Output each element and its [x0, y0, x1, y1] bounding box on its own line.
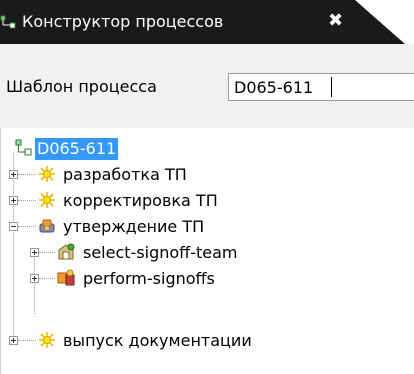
process-tree-icon — [15, 139, 32, 156]
expand-icon[interactable] — [9, 336, 18, 345]
template-field-row: Шаблон процесса — [0, 44, 414, 129]
tree-node-row[interactable]: разработка ТП — [1, 162, 414, 188]
tree-node-row[interactable]: утверждение ТП — [1, 214, 414, 240]
tree-node-label: select-signoff-team — [83, 243, 238, 262]
tree-connector — [18, 226, 36, 227]
signoff-team-icon — [58, 243, 75, 260]
expand-icon[interactable] — [30, 274, 39, 283]
tab-bar: Конструктор процессов ✖ — [0, 0, 414, 44]
tree-node-label: perform-signoffs — [83, 269, 215, 288]
tree-node-label: утверждение ТП — [63, 217, 205, 236]
tab-title: Конструктор процессов — [22, 12, 224, 31]
tree-root-label: D065-611 — [35, 138, 119, 160]
sun-task-icon — [39, 166, 55, 182]
tree-node-label: корректировка ТП — [63, 191, 218, 210]
tree-node-row[interactable]: select-signoff-team — [1, 240, 414, 266]
tree-node-row[interactable]: perform-signoffs — [1, 266, 414, 292]
process-constructor-window: Конструктор процессов ✖ Шаблон процесса … — [0, 0, 414, 374]
process-tree: D065-611 разработка ТП корректировка ТП … — [0, 128, 414, 374]
close-icon[interactable]: ✖ — [328, 10, 343, 32]
template-input-wrap — [228, 73, 414, 101]
tree-node-label: выпуск документации — [63, 331, 252, 350]
sun-task-icon — [39, 332, 55, 348]
tree-connector — [18, 174, 36, 175]
tree-node-row[interactable]: корректировка ТП — [1, 188, 414, 214]
template-label: Шаблон процесса — [6, 77, 157, 96]
tree-connector — [18, 340, 36, 341]
tree-connector — [39, 278, 55, 279]
sun-task-icon — [39, 192, 55, 208]
tree-connector — [39, 252, 55, 253]
tree-connector — [18, 200, 36, 201]
process-constructor-icon — [0, 15, 16, 29]
expand-icon[interactable] — [9, 170, 18, 179]
text-caret — [331, 77, 332, 97]
expand-icon[interactable] — [30, 248, 39, 257]
tree-root-row[interactable]: D065-611 — [1, 136, 414, 162]
expand-icon[interactable] — [9, 196, 18, 205]
perform-signoffs-icon — [57, 269, 75, 286]
tab-process-constructor[interactable]: Конструктор процессов ✖ — [0, 0, 405, 44]
collapse-icon[interactable] — [9, 222, 18, 231]
tree-node-row[interactable]: выпуск документации — [1, 328, 414, 354]
review-task-icon — [39, 219, 55, 233]
template-input[interactable] — [228, 73, 414, 101]
tree-node-label: разработка ТП — [63, 165, 187, 184]
